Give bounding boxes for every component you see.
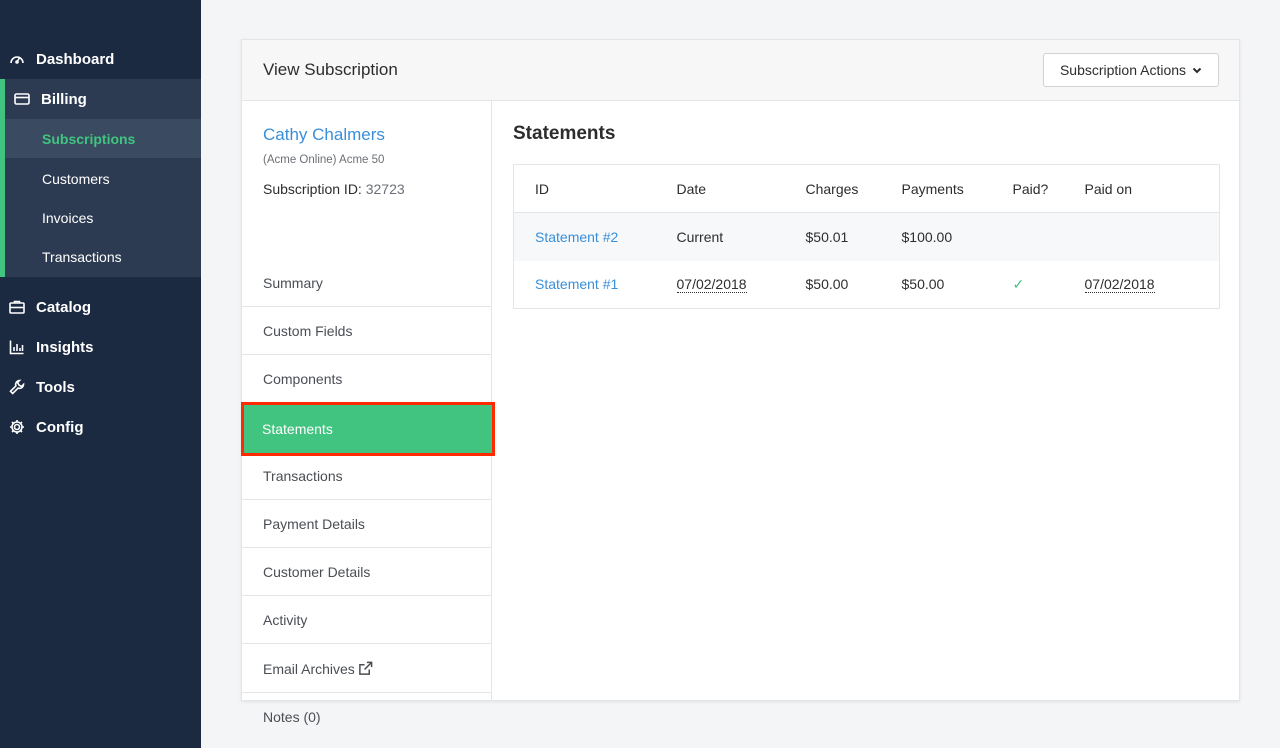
credit-card-icon [14, 91, 30, 107]
subnav-subscriptions[interactable]: Subscriptions [5, 119, 201, 158]
menu-summary[interactable]: Summary [242, 259, 492, 307]
subscription-id-value: 32723 [365, 181, 405, 197]
page-title: View Subscription [263, 60, 398, 79]
sidebar: Dashboard Billing Subscriptions Customer… [0, 0, 201, 748]
statement-date-cell: 07/02/2018 [656, 261, 785, 309]
column-header-payments: Payments [880, 164, 992, 213]
menu-custom-fields[interactable]: Custom Fields [242, 307, 492, 355]
column-header-date: Date [655, 164, 785, 213]
external-link-icon [358, 661, 373, 675]
statement-payments-cell: $100.00 [880, 212, 992, 261]
nav-billing[interactable]: Billing [0, 79, 201, 119]
table-header-row: ID Date Charges Payments Paid? Paid on [513, 164, 1220, 213]
nav-insights-label: Insights [36, 338, 94, 356]
nav-insights[interactable]: Insights [0, 327, 201, 367]
menu-notes[interactable]: Notes (0) [242, 693, 492, 741]
menu-customer-details[interactable]: Customer Details [242, 548, 492, 596]
column-header-id: ID [513, 164, 656, 213]
menu-activity[interactable]: Activity [242, 596, 492, 644]
column-header-paid: Paid? [991, 164, 1064, 213]
statement-id-cell: Statement #1 [514, 261, 656, 309]
nav-config-label: Config [36, 418, 84, 436]
gear-icon [9, 419, 25, 435]
statements-panel: Statements ID Date Charges Payments Paid… [493, 101, 1239, 701]
wrench-icon [9, 379, 25, 395]
statement-link[interactable]: Statement #2 [535, 229, 618, 245]
nav-tools-label: Tools [36, 378, 75, 396]
statement-paid-cell: ✓ [992, 261, 1064, 309]
billing-subnav: Subscriptions Customers Invoices Transac… [0, 119, 201, 277]
menu-transactions[interactable]: Transactions [242, 452, 492, 500]
statements-title: Statements [513, 123, 616, 144]
chevron-down-icon [1192, 67, 1202, 74]
checkmark-icon: ✓ [1012, 275, 1025, 292]
statement-link[interactable]: Statement #1 [535, 276, 618, 292]
nav-catalog[interactable]: Catalog [0, 287, 201, 327]
statement-paid-on-cell: 07/02/2018 [1064, 261, 1220, 309]
subscription-actions-button[interactable]: Subscription Actions [1043, 53, 1219, 87]
bar-chart-icon [9, 339, 25, 355]
nav-dashboard-label: Dashboard [36, 50, 115, 68]
statement-payments-cell: $50.00 [901, 276, 945, 293]
statement-id-cell: Statement #2 [513, 212, 656, 261]
table-row: Statement #2 Current $50.01 $100.00 [513, 212, 1220, 261]
subscription-card: View Subscription Subscription Actions C… [241, 39, 1240, 725]
statement-date-cell: Current [655, 212, 785, 261]
subscription-id-label: Subscription ID: [263, 181, 362, 197]
statement-paid-cell [991, 212, 1064, 261]
statements-table: ID Date Charges Payments Paid? Paid on S… [513, 164, 1220, 309]
nav-tools[interactable]: Tools [0, 367, 201, 407]
subnav-invoices[interactable]: Invoices [5, 198, 201, 237]
customer-name-link[interactable]: Cathy Chalmers [263, 125, 385, 145]
subscription-menu-panel: Cathy Chalmers (Acme Online) Acme 50 Sub… [241, 101, 495, 725]
plan-label: (Acme Online) Acme 50 [263, 154, 385, 166]
statement-paid-on-cell [1063, 212, 1220, 261]
nav-catalog-label: Catalog [36, 298, 92, 316]
subscription-id: Subscription ID: 32723 [263, 181, 405, 197]
menu-email-archives-label: Email Archives [263, 660, 355, 677]
table-row: Statement #1 07/02/2018 $50.00 $50.00 ✓ … [514, 261, 1220, 309]
column-header-paid-on: Paid on [1063, 164, 1220, 213]
nav-billing-label: Billing [41, 90, 87, 108]
menu-payment-details[interactable]: Payment Details [242, 500, 492, 548]
statement-date: 07/02/2018 [676, 276, 747, 294]
statement-charges-cell: $50.01 [784, 212, 881, 261]
card-header: View Subscription Subscription Actions [242, 40, 1239, 101]
nav-config[interactable]: Config [0, 407, 201, 447]
menu-components[interactable]: Components [242, 355, 492, 403]
menu-statements[interactable]: Statements [241, 402, 495, 456]
briefcase-icon [9, 299, 25, 315]
statement-charges-cell: $50.00 [805, 276, 849, 293]
statement-paid-on: 07/02/2018 [1084, 276, 1155, 294]
menu-email-archives[interactable]: Email Archives [242, 645, 492, 693]
subscription-actions-label: Subscription Actions [1059, 62, 1187, 78]
dashboard-icon [9, 51, 25, 67]
nav-dashboard[interactable]: Dashboard [0, 39, 201, 79]
subnav-transactions[interactable]: Transactions [5, 237, 201, 276]
column-header-charges: Charges [784, 164, 881, 213]
subnav-customers[interactable]: Customers [5, 159, 201, 198]
